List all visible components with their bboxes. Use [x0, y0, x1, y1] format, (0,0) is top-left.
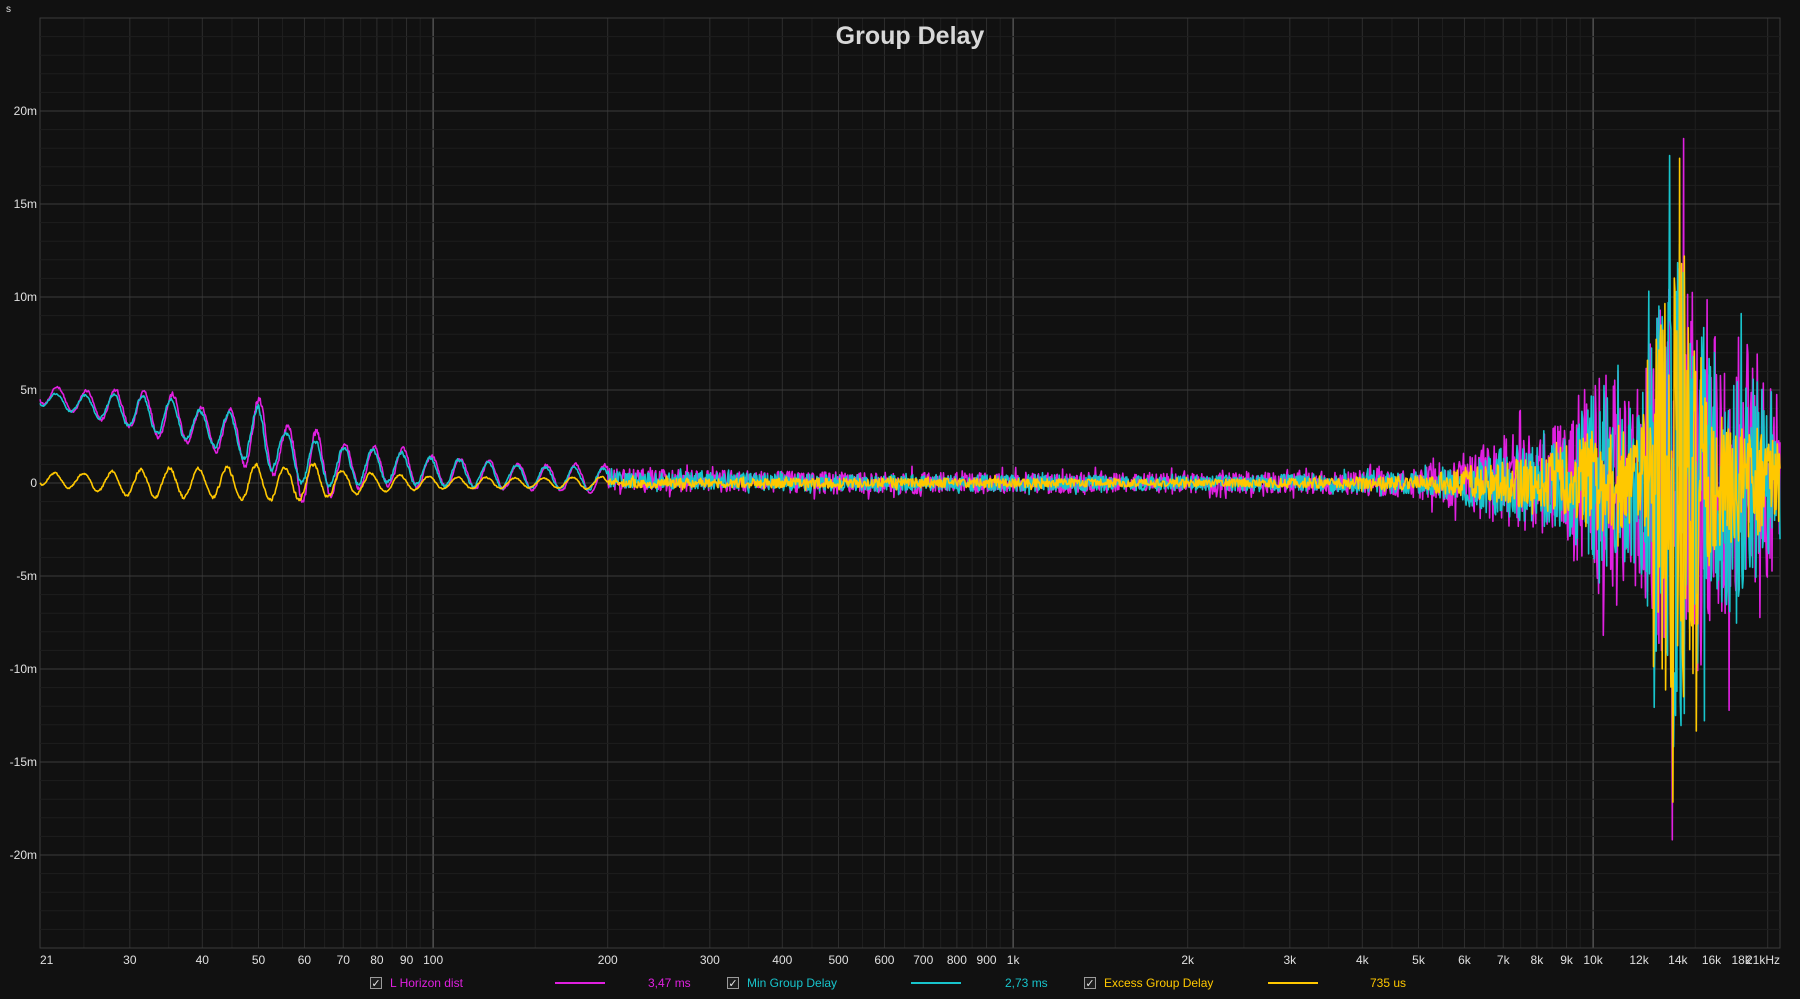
y-tick-label: 0: [30, 476, 37, 490]
x-tick-label: 300: [700, 953, 720, 967]
y-unit-label: s: [6, 4, 11, 15]
x-tick-label: 800: [947, 953, 967, 967]
y-tick-label: -20m: [10, 848, 37, 862]
checkbox-excess-group-delay[interactable]: ✓: [1084, 977, 1096, 990]
y-tick-label: 10m: [14, 290, 37, 304]
x-tick-label: 4k: [1356, 953, 1370, 967]
x-tick-label: 50: [252, 953, 266, 967]
legend-label-min-group-delay: Min Group Delay: [747, 976, 838, 990]
x-tick-label: 70: [337, 953, 351, 967]
x-tick-label: 900: [977, 953, 997, 967]
legend-swatch-excess-group-delay: [1268, 982, 1318, 984]
group-delay-chart: 21 30 40 50 60 70 80 90 100 200 300 400 500 600 700 800…: [0, 0, 1800, 999]
x-tick-label: 10k: [1583, 953, 1603, 967]
checkbox-l-horizon-dist[interactable]: ✓: [370, 977, 382, 990]
legend-label-l-horizon-dist: L Horizon dist: [390, 976, 463, 990]
x-tick-label: 9k: [1560, 953, 1574, 967]
x-tick-label: 40: [196, 953, 210, 967]
legend-value-min-group-delay: 2,73 ms: [1005, 976, 1048, 990]
x-tick-label: 700: [913, 953, 933, 967]
x-tick-label: 5k: [1412, 953, 1426, 967]
y-tick-label: -15m: [10, 755, 37, 769]
y-tick-label: -5m: [16, 569, 37, 583]
checkbox-min-group-delay[interactable]: ✓: [727, 977, 739, 990]
x-tick-label: 500: [828, 953, 848, 967]
x-tick-label: 21: [40, 953, 54, 967]
x-tick-label: 200: [598, 953, 618, 967]
legend-value-excess-group-delay: 735 us: [1370, 976, 1407, 990]
y-tick-label: 20m: [14, 104, 37, 118]
legend-item-min-group-delay[interactable]: ✓ Min Group Delay: [727, 972, 837, 994]
x-tick-label: 2k: [1181, 953, 1195, 967]
legend-item-l-horizon-dist[interactable]: ✓ L Horizon dist: [370, 972, 463, 994]
y-tick-label: -10m: [10, 662, 37, 676]
legend-item-excess-group-delay[interactable]: ✓ Excess Group Delay: [1084, 972, 1213, 994]
x-tick-label: 1k: [1007, 953, 1021, 967]
x-tick-label: 90: [400, 953, 414, 967]
x-tick-label: 7k: [1497, 953, 1511, 967]
x-tick-label: 6k: [1458, 953, 1472, 967]
x-tick-label: 16k: [1702, 953, 1722, 967]
legend-swatch-min-group-delay: [911, 982, 961, 984]
x-tick-label: 100: [423, 953, 443, 967]
y-tick-label: 5m: [20, 383, 37, 397]
x-tick-label: 21kHz: [1746, 953, 1780, 967]
chart-title: Group Delay: [836, 22, 985, 50]
x-tick-label: 30: [123, 953, 137, 967]
legend-label-excess-group-delay: Excess Group Delay: [1104, 976, 1214, 990]
legend-value-l-horizon-dist: 3,47 ms: [648, 976, 691, 990]
x-tick-label: 600: [874, 953, 894, 967]
x-tick-label: 8k: [1531, 953, 1545, 967]
x-tick-label: 80: [370, 953, 384, 967]
x-tick-label: 14k: [1668, 953, 1688, 967]
legend: ✓ L Horizon dist 3,47 ms ✓ Min Group Del…: [0, 972, 1800, 994]
y-tick-label: 15m: [14, 197, 37, 211]
x-tick-label: 400: [772, 953, 792, 967]
x-tick-label: 12k: [1629, 953, 1649, 967]
x-tick-label: 3k: [1283, 953, 1297, 967]
x-tick-label: 60: [298, 953, 312, 967]
legend-swatch-l-horizon-dist: [555, 982, 605, 984]
